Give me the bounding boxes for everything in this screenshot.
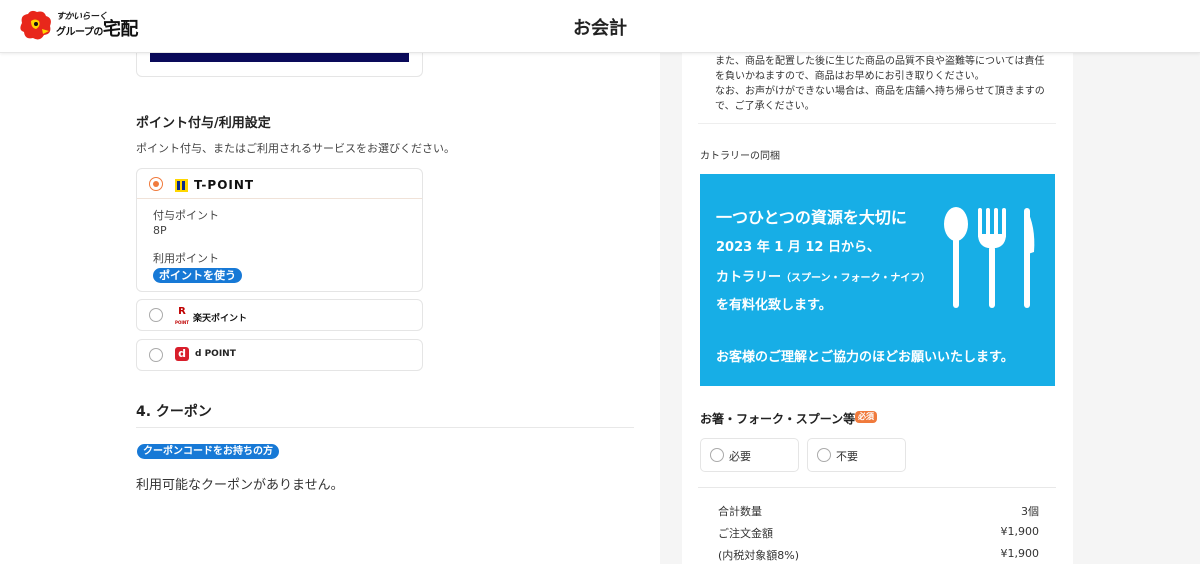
rakuten-radio[interactable] — [149, 308, 163, 322]
rakuten-option[interactable]: R POINT 楽天ポイント — [136, 299, 423, 331]
dpoint-icon: d — [175, 347, 189, 361]
cutlery-label: カトラリーの同梱 — [700, 151, 780, 162]
payment-card-remnant — [136, 53, 423, 77]
summary-divider — [698, 487, 1056, 488]
coupon-empty-message: 利用可能なクーポンがありません。 — [136, 478, 344, 493]
cutlery-not-needed-radio[interactable] — [817, 448, 831, 462]
use-points-label: 利用ポイント — [153, 252, 219, 265]
cutlery-needed-radio[interactable] — [710, 448, 724, 462]
cutlery-question: お箸・フォーク・スプーン等 — [700, 412, 856, 426]
award-points-label: 付与ポイント — [153, 209, 219, 222]
cutlery-icon — [944, 207, 1035, 308]
summary-row: 合計数量 3個 — [718, 503, 1039, 519]
summary-label: (内税対象額8%) — [718, 549, 800, 562]
tpoint-option[interactable]: T-POINT 付与ポイント 8P 利用ポイント ポイントを使う — [136, 168, 423, 292]
summary-row: (内税対象額8%) ¥1,900 — [718, 547, 1039, 563]
banner-line-1: 一つひとつの資源を大切に — [716, 208, 907, 227]
cutlery-option-not-needed[interactable]: 不要 — [807, 438, 906, 472]
right-column: また、商品を配置した後に生じた商品の品質不良や盗難等については責任 を負いかねま… — [682, 53, 1073, 564]
banner-line-2: 2023 年 1 月 12 日から、 — [716, 240, 880, 255]
summary-row: ご注文金額 ¥1,900 — [718, 525, 1039, 541]
tpoint-logo-icon — [175, 178, 188, 192]
points-section-description: ポイント付与、またはご利用されるサービスをお選びください。 — [136, 142, 455, 155]
use-points-button[interactable]: ポイントを使う — [153, 268, 242, 283]
summary-label: 合計数量 — [718, 505, 762, 518]
summary-value: 3個 — [1021, 505, 1039, 518]
dpoint-logo: d d POINT — [175, 347, 236, 361]
coupon-code-button[interactable]: クーポンコードをお持ちの方 — [137, 444, 279, 459]
summary-label: ご注文金額 — [718, 527, 773, 540]
divider — [698, 123, 1056, 124]
cutlery-not-needed-label: 不要 — [836, 450, 858, 463]
delivery-notice: また、商品を配置した後に生じた商品の品質不良や盗難等については責任 を負いかねま… — [715, 54, 1055, 114]
notice-line: を負いかねますので、商品はお早めにお引き取りください。 — [715, 71, 985, 82]
dpoint-radio[interactable] — [149, 348, 163, 362]
page-title: お会計 — [573, 18, 627, 39]
cutlery-option-needed[interactable]: 必要 — [700, 438, 799, 472]
notice-line: また、商品を配置した後に生じた商品の品質不良や盗難等については責任 — [715, 56, 1045, 67]
notice-line: で、ご了承ください。 — [715, 101, 815, 112]
banner-line-4: を有料化致します。 — [716, 298, 832, 313]
header: すかいらーく グループの宅配 お会計 — [0, 0, 1200, 53]
notice-line: なお、お声がけができない場合は、商品を店舗へ持ち帰らせて頂きますの — [715, 86, 1045, 97]
summary-value: ¥1,900 — [1000, 547, 1040, 560]
required-badge: 必須 — [855, 411, 877, 423]
points-section-title: ポイント付与/利用設定 — [136, 116, 271, 131]
rakuten-logo-text: 楽天ポイント — [193, 313, 248, 324]
rakuten-point-icon: R POINT — [175, 306, 189, 325]
rakuten-logo: R POINT 楽天ポイント — [175, 307, 247, 327]
banner-line-5: お客様のご理解とご協力のほどお願いいたします。 — [716, 350, 1014, 365]
tpoint-logo: T-POINT — [175, 178, 254, 192]
coupon-divider — [136, 427, 634, 428]
left-column: ポイント付与/利用設定 ポイント付与、またはご利用されるサービスをお選びください… — [0, 53, 660, 564]
summary-value: ¥1,900 — [1000, 525, 1040, 538]
dpoint-logo-text: d POINT — [195, 349, 236, 359]
cutlery-needed-label: 必要 — [729, 450, 751, 463]
award-points-value: 8P — [153, 224, 167, 237]
cutlery-notice-banner: 一つひとつの資源を大切に 2023 年 1 月 12 日から、 カトラリー（スプ… — [700, 174, 1055, 386]
coupon-section-title: 4. クーポン — [136, 404, 212, 420]
tpoint-radio[interactable] — [149, 177, 163, 191]
dpoint-option[interactable]: d d POINT — [136, 339, 423, 371]
banner-line-3: カトラリー（スプーン・フォーク・ナイフ） — [716, 270, 931, 285]
tpoint-logo-text: T-POINT — [194, 178, 255, 192]
tpoint-option-header: T-POINT — [137, 169, 422, 199]
navy-bar — [150, 53, 409, 62]
